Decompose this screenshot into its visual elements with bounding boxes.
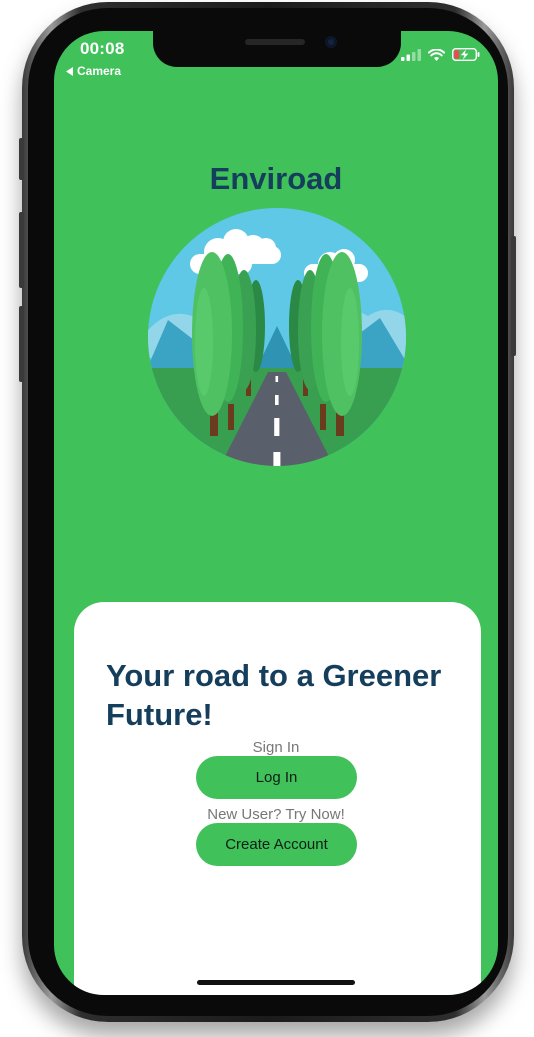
- silent-switch: [19, 138, 24, 180]
- app-title: Enviroad: [209, 161, 343, 196]
- signin-hint: Sign In: [252, 739, 300, 756]
- screen: 00:08 Camera Enviroad Your road to a Gre…: [54, 31, 498, 995]
- new-user-hint: New User? Try Now!: [207, 806, 345, 823]
- login-button[interactable]: Log In: [196, 756, 357, 799]
- back-link-label: Camera: [77, 64, 122, 78]
- wifi-icon: [428, 48, 445, 61]
- road-illustration: [148, 208, 406, 466]
- power-button: [511, 236, 516, 356]
- volume-down-button: [19, 306, 24, 382]
- speaker-grille: [245, 39, 305, 45]
- status-icons: [401, 48, 480, 61]
- cellular-signal-icon: [401, 48, 421, 61]
- home-indicator[interactable]: [197, 980, 355, 985]
- back-arrow-icon: [66, 66, 73, 76]
- volume-up-button: [19, 212, 24, 288]
- welcome-card: Your road to a Greener Future! Sign In L…: [74, 602, 481, 995]
- notch: [153, 31, 401, 67]
- create-account-button[interactable]: Create Account: [196, 823, 357, 866]
- front-camera: [325, 36, 337, 48]
- status-time: 00:08: [80, 39, 125, 58]
- battery-charging-icon: [452, 48, 480, 61]
- back-to-camera-link[interactable]: Camera: [66, 64, 121, 78]
- tagline-heading: Your road to a Greener Future!: [106, 658, 442, 732]
